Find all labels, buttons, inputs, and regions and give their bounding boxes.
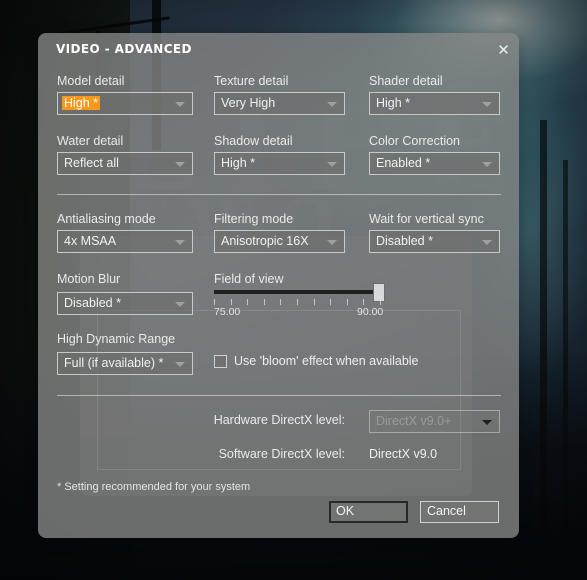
motion-blur-combo[interactable]: Disabled * xyxy=(57,292,193,315)
field-of-view-tick xyxy=(231,299,232,305)
vsync-combo[interactable]: Disabled * xyxy=(369,230,500,253)
model-detail-value: High * xyxy=(62,96,101,110)
field-of-view-tick xyxy=(330,299,331,305)
model-detail-label: Model detail xyxy=(57,74,125,88)
shadow-detail-value: High * xyxy=(221,156,256,170)
dialog-title: VIDEO - ADVANCED xyxy=(56,42,192,56)
field-of-view-tick xyxy=(297,299,298,305)
shadow-detail-label: Shadow detail xyxy=(214,134,293,148)
field-of-view-tick xyxy=(280,299,281,305)
chevron-down-icon xyxy=(327,102,337,107)
software-directx-value: DirectX v9.0 xyxy=(369,447,438,461)
chevron-down-icon xyxy=(482,102,492,107)
vsync-label: Wait for vertical sync xyxy=(369,212,484,226)
shader-detail-combo[interactable]: High * xyxy=(369,92,500,115)
chevron-down-icon xyxy=(175,162,185,167)
shader-detail-value: High * xyxy=(376,96,411,110)
hardware-directx-value: DirectX v9.0+ xyxy=(376,414,452,428)
water-detail-label: Water detail xyxy=(57,134,124,148)
hdr-combo[interactable]: Full (if available) * xyxy=(57,352,193,375)
bloom-checkbox-label[interactable]: Use 'bloom' effect when available xyxy=(234,354,419,368)
field-of-view-tick xyxy=(247,299,248,305)
shader-detail-label: Shader detail xyxy=(369,74,443,88)
screen: LIFE 2 TWO VIDEO - ADVANCED ✕ Model deta… xyxy=(0,0,587,580)
hdr-value: Full (if available) * xyxy=(64,356,164,370)
separator-2 xyxy=(57,395,501,396)
field-of-view-label: Field of view xyxy=(214,272,284,286)
chevron-down-icon xyxy=(327,240,337,245)
texture-detail-value: Very High xyxy=(221,96,276,110)
antialiasing-value: 4x MSAA xyxy=(64,234,117,248)
texture-detail-label: Texture detail xyxy=(214,74,289,88)
cancel-button-label: Cancel xyxy=(427,504,466,518)
chevron-down-icon xyxy=(175,362,185,367)
field-of-view-tick xyxy=(264,299,265,305)
chevron-down-icon xyxy=(175,102,185,107)
chevron-down-icon xyxy=(482,162,492,167)
field-of-view-slider-track[interactable] xyxy=(214,290,381,294)
ok-button-label: OK xyxy=(336,504,355,518)
software-directx-label: Software DirectX level: xyxy=(218,447,345,461)
field-of-view-max-label: 90.00 xyxy=(357,306,384,318)
color-correction-value: Enabled * xyxy=(376,156,431,170)
water-detail-value: Reflect all xyxy=(64,156,119,170)
field-of-view-tick xyxy=(347,299,348,305)
cancel-button[interactable]: Cancel xyxy=(420,501,499,523)
motion-blur-label: Motion Blur xyxy=(57,272,121,286)
hdr-label: High Dynamic Range xyxy=(57,332,176,346)
texture-detail-combo[interactable]: Very High xyxy=(214,92,345,115)
field-of-view-tick xyxy=(363,299,364,305)
chevron-down-icon xyxy=(175,302,185,307)
antialiasing-combo[interactable]: 4x MSAA xyxy=(57,230,193,253)
model-detail-combo[interactable]: High * xyxy=(57,92,193,115)
antialiasing-label: Antialiasing mode xyxy=(57,212,156,226)
chevron-down-icon xyxy=(482,240,492,245)
field-of-view-tick xyxy=(314,299,315,305)
field-of-view-tick xyxy=(380,299,381,305)
motion-blur-value: Disabled * xyxy=(64,296,121,310)
hardware-directx-combo: DirectX v9.0+ xyxy=(369,410,500,433)
water-detail-combo[interactable]: Reflect all xyxy=(57,152,193,175)
field-of-view-tick xyxy=(214,299,215,305)
filtering-value: Anisotropic 16X xyxy=(221,234,309,248)
chevron-down-icon xyxy=(327,162,337,167)
vsync-value: Disabled * xyxy=(376,234,433,248)
footnote: * Setting recommended for your system xyxy=(57,481,251,493)
hardware-directx-label: Hardware DirectX level: xyxy=(213,413,345,427)
filtering-combo[interactable]: Anisotropic 16X xyxy=(214,230,345,253)
filtering-label: Filtering mode xyxy=(214,212,294,226)
bloom-checkbox[interactable] xyxy=(214,355,227,368)
color-correction-combo[interactable]: Enabled * xyxy=(369,152,500,175)
close-icon[interactable]: ✕ xyxy=(494,41,513,60)
field-of-view-ticks xyxy=(214,299,381,306)
color-correction-label: Color Correction xyxy=(369,134,461,148)
ok-button[interactable]: OK xyxy=(329,501,408,523)
chevron-down-icon xyxy=(482,420,492,425)
field-of-view-min-label: 75.00 xyxy=(214,306,241,318)
shadow-detail-combo[interactable]: High * xyxy=(214,152,345,175)
separator-1 xyxy=(57,194,501,195)
chevron-down-icon xyxy=(175,240,185,245)
